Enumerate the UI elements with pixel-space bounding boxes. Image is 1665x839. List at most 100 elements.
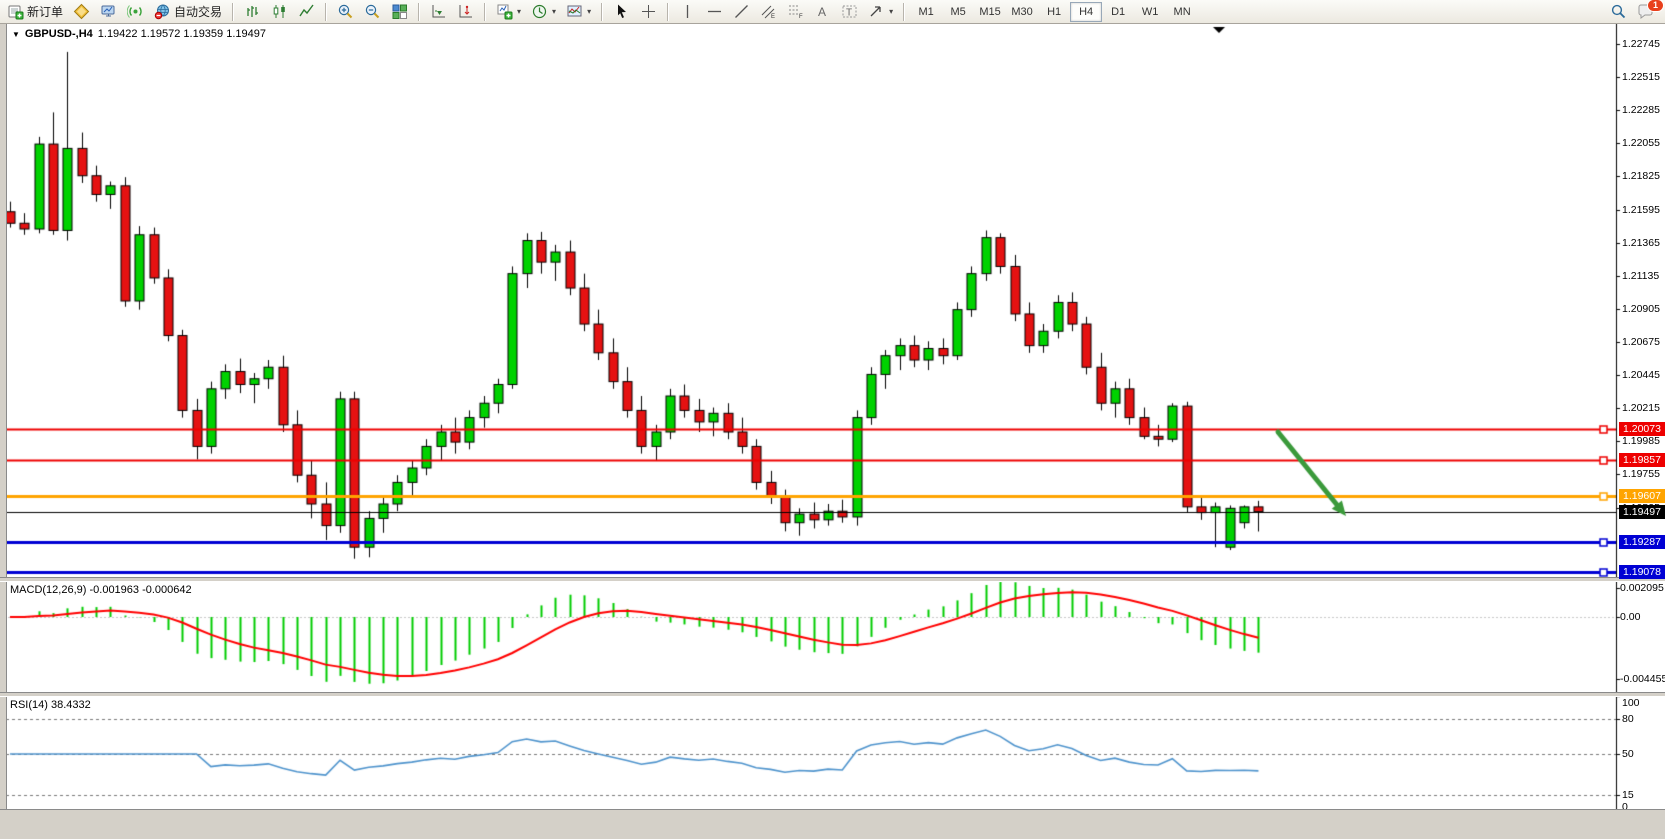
price-badge: 1.19497 (1619, 505, 1665, 519)
periods-button[interactable]: ▾ (526, 2, 561, 21)
new-order-label: 新订单 (27, 3, 63, 20)
symbol-period-label: GBPUSD-,H4 (25, 28, 93, 40)
vline-button[interactable] (674, 2, 701, 21)
rsi-scale-tick: 100 (1622, 697, 1640, 709)
chart-title: ▼ GBPUSD-,H4 1.19422 1.19572 1.19359 1.1… (12, 28, 266, 40)
search-button[interactable] (1605, 2, 1632, 21)
rsi-scale-tick: 50 (1622, 748, 1634, 760)
price-badge: 1.19607 (1619, 489, 1665, 503)
pane-splitter-macd[interactable] (0, 577, 1665, 582)
chart-shift-icon (457, 3, 474, 20)
autotrade-globe-icon (154, 3, 171, 20)
ohlc-values: 1.19422 1.19572 1.19359 1.19497 (98, 28, 266, 40)
macd-scale-tick: -0.004455 (1620, 673, 1665, 685)
price-tick: 1.20215 (1622, 402, 1660, 414)
equidistant-channel-button[interactable]: E (755, 2, 782, 21)
line-chart-button[interactable] (293, 2, 320, 21)
template-button[interactable]: ▾ (561, 2, 596, 21)
gold-tag-icon (73, 3, 90, 20)
market-watch-button[interactable] (95, 2, 122, 21)
price-tick: 1.22515 (1622, 71, 1660, 83)
fibonacci-icon: F (787, 3, 804, 20)
timeframe-M5[interactable]: M5 (942, 2, 974, 22)
channel-icon: E (760, 3, 777, 20)
timeframe-D1[interactable]: D1 (1102, 2, 1134, 22)
candlestick-chart-icon (271, 3, 288, 20)
timeframe-M15[interactable]: M15 (974, 2, 1006, 22)
text-label-button[interactable]: T (836, 2, 863, 21)
signal-icon (127, 3, 144, 20)
toolbar: 新订单 自动交易 (0, 0, 1665, 24)
fibonacci-button[interactable]: F (782, 2, 809, 21)
macd-pane-label: MACD(12,26,9) -0.001963 -0.000642 (10, 584, 192, 596)
text-button[interactable]: A (809, 2, 836, 21)
notification-count-badge: 1 (1647, 0, 1664, 12)
zoom-out-button[interactable] (359, 2, 386, 21)
arrow-objects-icon (868, 3, 885, 20)
new-chart-button[interactable]: ▾ (491, 2, 526, 21)
price-badge: 1.19078 (1619, 565, 1665, 579)
price-tick: 1.21595 (1622, 204, 1660, 216)
window-bottom-edge (0, 809, 1665, 839)
cursor-button[interactable] (608, 2, 635, 21)
crosshair-button[interactable] (635, 2, 662, 21)
price-tick: 1.20905 (1622, 303, 1660, 315)
price-tick: 1.19985 (1622, 435, 1660, 447)
autotrade-button[interactable]: 自动交易 (149, 2, 227, 21)
autotrade-label: 自动交易 (174, 3, 222, 20)
zoom-in-icon (337, 3, 354, 20)
signal-button[interactable] (122, 2, 149, 21)
hline-button[interactable] (701, 2, 728, 21)
price-tick: 1.21135 (1622, 270, 1659, 282)
zoom-in-button[interactable] (332, 2, 359, 21)
window-left-edge (0, 24, 7, 833)
timeframe-H1[interactable]: H1 (1038, 2, 1070, 22)
price-tick: 1.21825 (1622, 170, 1660, 182)
cursor-icon (613, 3, 630, 20)
trendline-button[interactable] (728, 2, 755, 21)
new-order-button[interactable]: 新订单 (2, 2, 68, 21)
macd-scale-tick: 0.00 (1620, 611, 1640, 623)
text-icon: A (814, 3, 831, 20)
timeframe-H4[interactable]: H4 (1070, 2, 1102, 22)
price-badge: 1.19287 (1619, 535, 1665, 549)
ticks-button[interactable] (68, 2, 95, 21)
pane-splitter-rsi[interactable] (0, 692, 1665, 697)
tile-windows-icon (391, 3, 408, 20)
mt4-window: 新订单 自动交易 (0, 0, 1665, 839)
price-badge: 1.19857 (1619, 453, 1665, 467)
timeframe-M30[interactable]: M30 (1006, 2, 1038, 22)
zoom-out-icon (364, 3, 381, 20)
macd-scale-tick: 0.002095 (1620, 582, 1664, 594)
timeframe-MN[interactable]: MN (1166, 2, 1198, 22)
chevron-down-icon[interactable]: ▼ (12, 30, 20, 39)
line-chart-icon (298, 3, 315, 20)
chevron-down-icon: ▾ (552, 7, 556, 16)
arrows-button[interactable]: ▾ (863, 2, 898, 21)
price-tick: 1.20445 (1622, 369, 1660, 381)
bar-chart-button[interactable] (239, 2, 266, 21)
chart-shift-button[interactable] (452, 2, 479, 21)
auto-scroll-button[interactable] (425, 2, 452, 21)
candle-chart-button[interactable] (266, 2, 293, 21)
clock-icon (531, 3, 548, 20)
notifications-button[interactable]: 1 (1632, 2, 1659, 21)
rsi-pane-label: RSI(14) 38.4332 (10, 699, 91, 711)
price-tick: 1.22055 (1622, 137, 1660, 149)
timeframe-W1[interactable]: W1 (1134, 2, 1166, 22)
monitor-icon (100, 3, 117, 20)
tile-windows-button[interactable] (386, 2, 413, 21)
bar-chart-icon (244, 3, 261, 20)
hline-icon (706, 3, 723, 20)
text-label-icon: T (841, 3, 858, 20)
price-tick: 1.22745 (1622, 38, 1660, 50)
svg-text:T: T (846, 8, 852, 19)
auto-scroll-icon (430, 3, 447, 20)
chart-canvas[interactable] (0, 24, 1665, 833)
rsi-scale-tick: 15 (1622, 789, 1634, 801)
svg-text:E: E (771, 14, 775, 20)
chevron-down-icon: ▾ (587, 7, 591, 16)
timeframe-M1[interactable]: M1 (910, 2, 942, 22)
new-order-icon (7, 3, 24, 20)
price-badge: 1.20073 (1619, 422, 1665, 436)
